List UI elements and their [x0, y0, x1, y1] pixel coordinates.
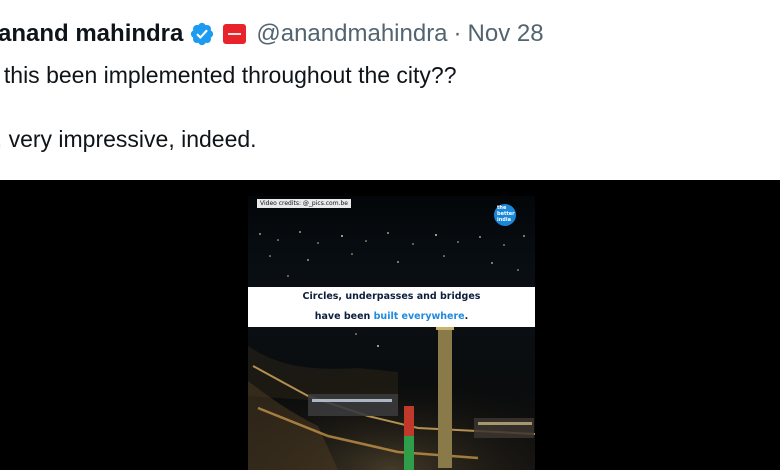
- tweet-text-line-2: y, very impressive, indeed.: [0, 126, 257, 152]
- verified-badge-icon: [191, 22, 214, 46]
- tweet-date[interactable]: Nov 28: [468, 20, 544, 48]
- author-name[interactable]: anand mahindra: [0, 20, 183, 48]
- video-credit-label: Video credits: @_pics.com.be: [257, 199, 351, 208]
- video-player[interactable]: Video credits: @_pics.com.be the better …: [0, 180, 780, 470]
- mahindra-logo-icon[interactable]: [223, 24, 247, 44]
- video-caption: Circles, underpasses and bridges have be…: [248, 287, 535, 327]
- tweet-text-line-1: s this been implemented throughout the c…: [0, 62, 457, 88]
- author-handle[interactable]: @anandmahindra: [256, 20, 447, 48]
- caption-highlight: built everywhere: [373, 311, 465, 322]
- tweet-header: anand mahindra @anandmahindra · Nov 28: [0, 14, 544, 54]
- separator-dot: ·: [453, 20, 462, 47]
- logo-text: the better india: [497, 205, 515, 223]
- city-night-scene: [248, 231, 535, 470]
- caption-line-1: Circles, underpasses and bridges: [298, 289, 485, 304]
- video-frame[interactable]: Video credits: @_pics.com.be the better …: [248, 196, 535, 470]
- caption-line-2: have been built everywhere.: [310, 309, 473, 324]
